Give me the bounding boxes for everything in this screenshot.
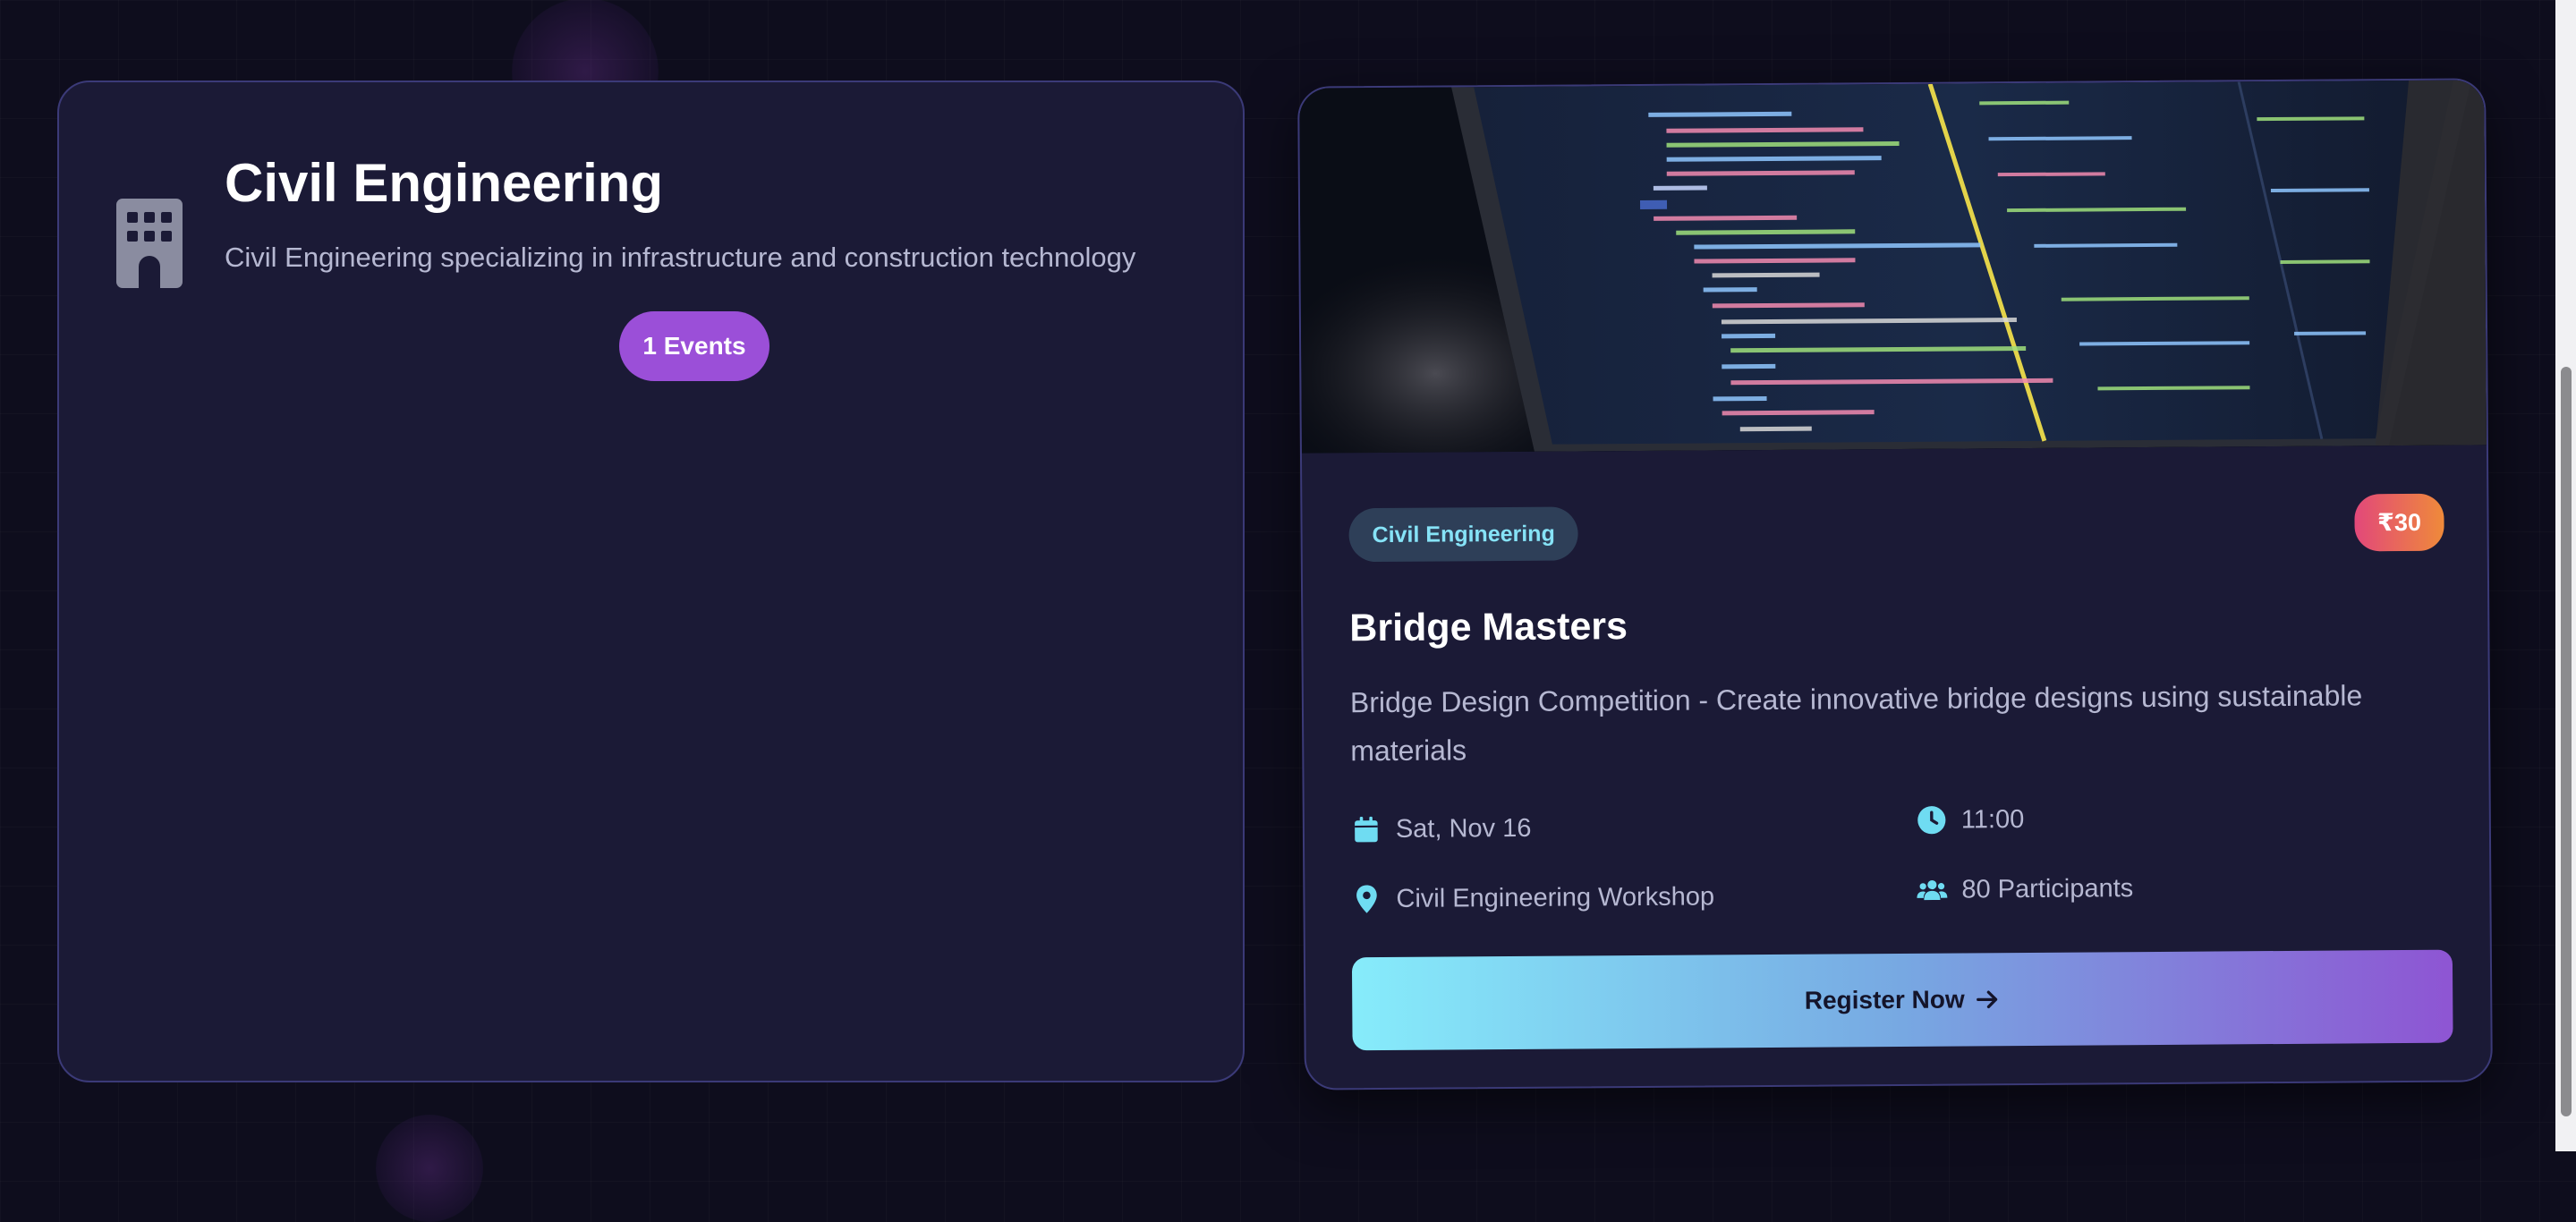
event-date-text: Sat, Nov 16	[1395, 813, 1532, 844]
users-icon	[1917, 879, 1948, 901]
register-now-label: Register Now	[1804, 985, 1965, 1014]
arrow-right-icon	[1977, 990, 1998, 1009]
event-venue: Civil Engineering Workshop	[1351, 881, 1714, 914]
event-description: Bridge Design Competition - Create innov…	[1349, 679, 2363, 768]
event-participants: 80 Participants	[1917, 873, 2133, 905]
event-title: Bridge Masters	[1349, 605, 1628, 650]
event-card[interactable]: Civil Engineering ₹30 Bridge Masters Bri…	[1297, 78, 2493, 1090]
event-time: 11:00	[1917, 804, 2025, 836]
event-time-text: 11:00	[1960, 804, 2025, 834]
event-participants-text: 80 Participants	[1961, 873, 2134, 904]
event-venue-text: Civil Engineering Workshop	[1396, 881, 1715, 913]
register-now-button[interactable]: Register Now	[1351, 949, 2453, 1051]
background-glow-orb	[376, 1115, 483, 1222]
event-date: Sat, Nov 16	[1351, 813, 1532, 844]
events-count-button[interactable]: 1 Events	[619, 311, 769, 381]
price-badge: ₹30	[2354, 493, 2444, 552]
location-pin-icon	[1356, 885, 1377, 913]
event-cover-image	[1299, 80, 2490, 454]
department-card: Civil Engineering Civil Engineering spec…	[57, 81, 1245, 1082]
building-icon	[116, 199, 183, 288]
department-title: Civil Engineering	[225, 153, 664, 213]
category-badge: Civil Engineering	[1348, 506, 1579, 563]
calendar-icon	[1355, 816, 1378, 843]
clock-icon	[1917, 806, 1946, 835]
scrollbar-thumb[interactable]	[2561, 367, 2572, 1116]
department-description: Civil Engineering specializing in infras…	[225, 242, 1136, 273]
